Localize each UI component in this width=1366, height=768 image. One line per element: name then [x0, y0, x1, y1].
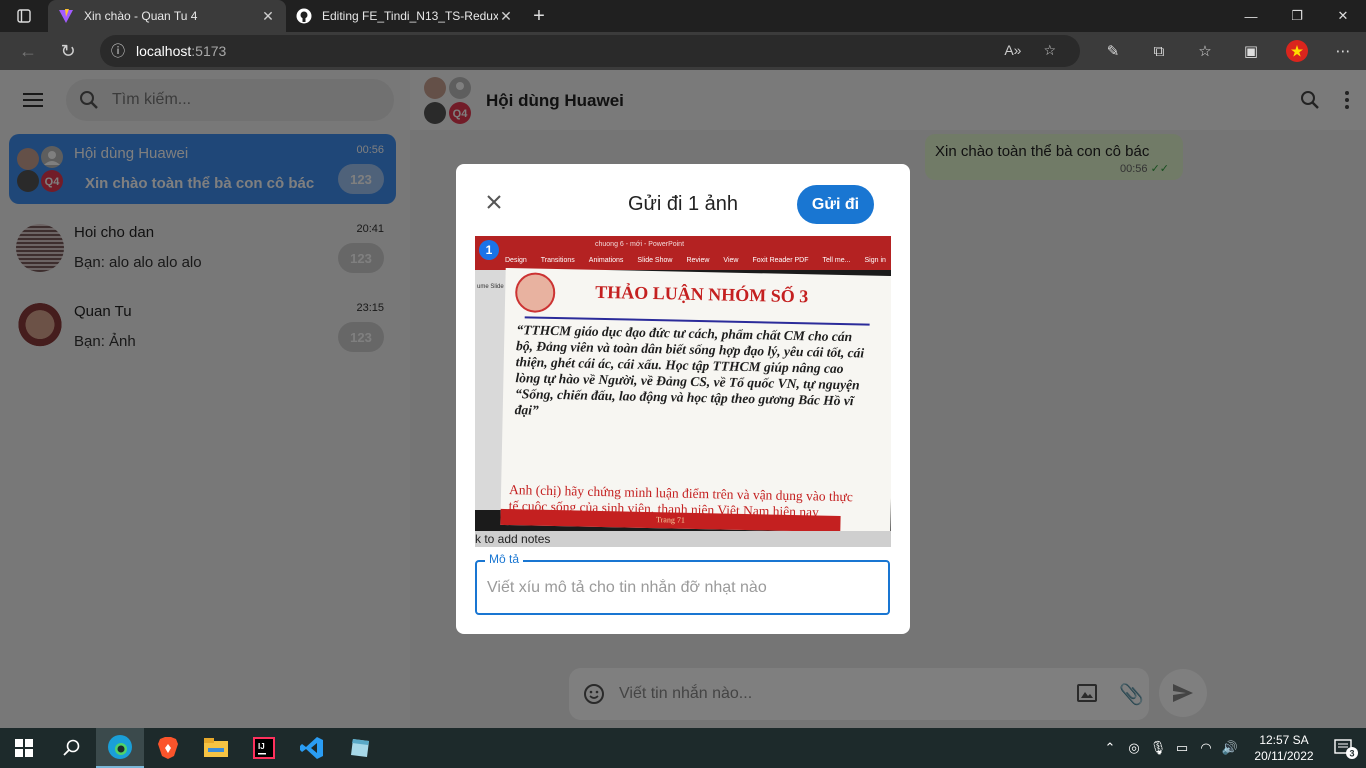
- image-preview: chuong 6 - mới - PowerPoint Design Trans…: [475, 236, 891, 547]
- notification-count: 3: [1349, 749, 1354, 759]
- close-window-icon[interactable]: ✕: [1320, 0, 1366, 32]
- file-explorer-icon[interactable]: [192, 728, 240, 768]
- back-arrow-icon[interactable]: ←: [8, 32, 48, 70]
- windows-taskbar: IJ ⌃ ◎ 🎙 ▭ ◠ 🔊 12:57 SA 20/11/2022 3: [0, 728, 1366, 768]
- site-info-icon[interactable]: ⓘ: [100, 41, 136, 61]
- clock-time: 12:57 SA: [1259, 733, 1309, 747]
- new-tab-icon[interactable]: +: [524, 0, 554, 32]
- read-aloud-icon[interactable]: A»: [1004, 42, 1021, 59]
- svg-text:IJ: IJ: [258, 742, 265, 751]
- taskbar-clock[interactable]: 12:57 SA 20/11/2022: [1242, 732, 1326, 764]
- clock-date: 20/11/2022: [1254, 749, 1314, 763]
- preview-ribbon-tab: Sign in: [864, 257, 886, 264]
- tab-title: Xin chào - Quan Tu 4: [84, 9, 198, 23]
- slide-portrait: [514, 272, 556, 313]
- github-logo-icon: [296, 8, 312, 24]
- vite-logo-icon: [59, 9, 73, 23]
- preview-ribbon: chuong 6 - mới - PowerPoint Design Trans…: [475, 236, 891, 270]
- volume-icon[interactable]: 🔊: [1218, 740, 1242, 756]
- wifi-icon[interactable]: ◠: [1194, 740, 1218, 756]
- tab-actions-icon: [17, 9, 31, 23]
- brave-browser-icon[interactable]: [144, 728, 192, 768]
- windows-start-icon[interactable]: [0, 728, 48, 768]
- vscode-icon[interactable]: [288, 728, 336, 768]
- favorites-icon[interactable]: ☆: [1182, 42, 1228, 60]
- slide-title: THẢO LUẬN NHÓM SỐ 3: [595, 281, 809, 307]
- taskbar-search-icon[interactable]: [48, 728, 96, 768]
- tab-actions-button[interactable]: [0, 0, 48, 32]
- url-port: :5173: [191, 43, 227, 59]
- tab-title: Editing FE_Tindi_N13_TS-Redux/R: [322, 9, 498, 23]
- caption-label: Mô tả: [485, 552, 524, 566]
- url-host: localhost: [136, 43, 192, 59]
- more-menu-icon[interactable]: ⋯: [1320, 42, 1366, 60]
- caption-input[interactable]: [487, 576, 877, 600]
- favorite-star-icon[interactable]: ☆: [1043, 42, 1056, 59]
- browser-tab-active[interactable]: Xin chào - Quan Tu 4 ✕: [48, 0, 286, 32]
- minimize-icon[interactable]: —: [1228, 0, 1274, 32]
- preview-ribbon-tab: Transitions: [540, 257, 575, 264]
- extensions-puzzle-icon[interactable]: ⧉: [1136, 43, 1182, 60]
- profile-flag-icon[interactable]: [1274, 39, 1320, 63]
- preview-ribbon-tab: Foxit Reader PDF: [752, 257, 809, 264]
- intellij-icon[interactable]: IJ: [240, 728, 288, 768]
- close-tab-icon[interactable]: ✕: [260, 8, 276, 25]
- address-bar[interactable]: ⓘ localhost:5173: [100, 35, 1080, 67]
- preview-ribbon-tab: Animations: [588, 257, 624, 264]
- microphone-icon[interactable]: 🎙: [1146, 740, 1170, 756]
- system-tray: ⌃ ◎ 🎙 ▭ ◠ 🔊 12:57 SA 20/11/2022 3: [1098, 728, 1366, 768]
- browser-toolbar: ← ↻ ⓘ localhost:5173 A» ☆ ✎ ⧉ ☆ ▣ ⋯: [0, 32, 1366, 70]
- preview-ribbon-tab: Tell me...: [822, 257, 851, 264]
- preview-ribbon-tab: Review: [686, 257, 710, 264]
- browser-tab-bar: Xin chào - Quan Tu 4 ✕ Editing FE_Tindi_…: [0, 0, 1366, 32]
- preview-ribbon-tab: Slide Show: [637, 257, 673, 264]
- tray-app-icon[interactable]: ◎: [1122, 740, 1146, 756]
- preview-ribbon-tab: Design: [505, 257, 527, 264]
- notepad-app-icon[interactable]: [336, 728, 384, 768]
- extension-pen-icon[interactable]: ✎: [1090, 42, 1136, 60]
- notification-center-icon[interactable]: 3: [1326, 737, 1366, 759]
- send-image-dialog: Gửi đi 1 ảnh Gửi đi chuong 6 - mới - Pow…: [456, 164, 910, 634]
- preview-window-title: chuong 6 - mới - PowerPoint: [595, 241, 685, 248]
- caption-field[interactable]: Mô tả: [475, 552, 890, 615]
- refresh-icon[interactable]: ↻: [48, 32, 88, 70]
- preview-notes: k to add notes: [475, 531, 891, 547]
- close-tab-icon[interactable]: ✕: [498, 8, 514, 25]
- send-button[interactable]: Gửi đi: [797, 185, 874, 224]
- browser-tab-inactive[interactable]: Editing FE_Tindi_N13_TS-Redux/R ✕: [286, 0, 524, 32]
- preview-ribbon-tab: View: [723, 257, 739, 264]
- tray-overflow-icon[interactable]: ⌃: [1098, 740, 1122, 756]
- collections-icon[interactable]: ▣: [1228, 42, 1274, 60]
- restore-icon[interactable]: ❐: [1274, 0, 1320, 32]
- battery-icon[interactable]: ▭: [1170, 740, 1194, 756]
- slide-body: “TTHCM giáo dục đạo đức tư cách, phẩm ch…: [514, 322, 865, 418]
- image-count-badge: 1: [479, 240, 499, 260]
- edge-browser-icon[interactable]: [96, 728, 144, 768]
- preview-slide: THẢO LUẬN NHÓM SỐ 3 “TTHCM giáo dục đạo …: [500, 267, 891, 534]
